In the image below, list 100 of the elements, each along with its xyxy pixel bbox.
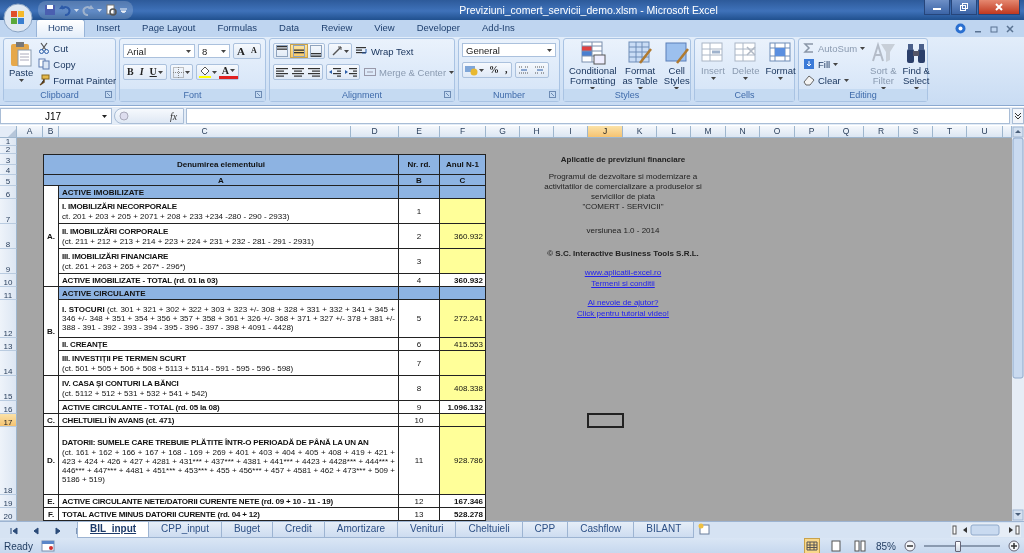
selected-cell[interactable] (587, 413, 624, 428)
decrease-indent-button[interactable] (327, 65, 343, 79)
ribbon-button[interactable]: Copy (37, 57, 118, 71)
currency-button[interactable] (463, 63, 486, 77)
row-header[interactable]: 4 (0, 165, 17, 175)
align-left-button[interactable] (274, 65, 290, 79)
column-header[interactable]: M (691, 126, 726, 138)
font-color-button[interactable]: A (218, 65, 239, 79)
ribbon-button[interactable]: Format as Table (620, 41, 660, 90)
align-top-button[interactable] (274, 44, 290, 58)
ribbon-button[interactable]: Format Painter (37, 73, 118, 87)
row-header[interactable]: 18 (0, 427, 17, 495)
ribbon-button[interactable]: Cut (37, 41, 118, 55)
wrap-text-button[interactable]: Wrap Text (355, 44, 415, 58)
next-sheet-icon[interactable] (53, 526, 63, 536)
column-header[interactable]: R (864, 126, 899, 138)
ribbon-button[interactable]: Find & Select (900, 41, 932, 90)
ribbon-button[interactable]: Clear (802, 73, 867, 87)
column-header[interactable]: H (520, 126, 554, 138)
insert-function-button[interactable]: fx (170, 110, 178, 122)
orientation-button[interactable] (328, 43, 352, 59)
ribbon-button[interactable]: Fill (802, 57, 867, 71)
normal-view-button[interactable] (804, 538, 820, 553)
row-header[interactable]: 13 (0, 338, 17, 351)
column-header[interactable]: I (554, 126, 588, 138)
number-format-field[interactable]: General (462, 43, 556, 57)
ribbon-tab[interactable]: Formulas (206, 20, 269, 37)
row-header[interactable]: 19 (0, 495, 17, 508)
comma-button[interactable]: , (502, 63, 511, 77)
shrink-font-button[interactable]: A (247, 44, 260, 58)
previous-sheet-icon[interactable] (31, 526, 41, 536)
row-header[interactable]: 17 (0, 414, 17, 427)
ribbon-tab[interactable]: Review (310, 20, 364, 37)
close-button[interactable] (978, 0, 1020, 15)
input-cell[interactable]: 272.241 (440, 300, 486, 338)
input-cell[interactable]: 360.932 (440, 224, 486, 249)
align-right-button[interactable] (306, 65, 322, 79)
input-cell[interactable]: 415.553 (440, 338, 486, 351)
italic-button[interactable]: I (136, 65, 147, 79)
ribbon-button[interactable]: Cell Styles (661, 41, 692, 90)
row-header[interactable]: 12 (0, 300, 17, 338)
font-field[interactable]: Arial (123, 44, 195, 58)
ribbon-button[interactable]: Format (763, 41, 798, 80)
column-header[interactable]: Q (829, 126, 864, 138)
row-header[interactable]: 8 (0, 224, 17, 249)
underline-button[interactable]: U (146, 65, 166, 79)
sheet-tab[interactable]: CPP_input (148, 522, 222, 538)
percent-button[interactable]: % (486, 63, 502, 77)
row-header[interactable]: 20 (0, 508, 17, 521)
close-icon[interactable] (1006, 24, 1014, 33)
name-box[interactable]: J17 (0, 108, 112, 124)
fill-color-button[interactable] (196, 65, 219, 79)
print-preview-icon[interactable] (105, 4, 117, 16)
column-header[interactable]: O (760, 126, 795, 138)
customize-icon[interactable] (120, 7, 127, 13)
sheet-tab[interactable]: Cashflow (567, 522, 635, 538)
column-header[interactable]: N (726, 126, 760, 138)
sheet-tab[interactable]: Credit (272, 522, 325, 538)
input-cell[interactable] (440, 199, 486, 224)
align-bottom-button[interactable] (308, 44, 324, 58)
column-header[interactable]: F (440, 126, 486, 138)
increase-indent-button[interactable] (343, 65, 359, 79)
ribbon-button[interactable]: Paste (7, 41, 36, 82)
minimize-button[interactable] (924, 0, 950, 15)
borders-button[interactable] (169, 64, 193, 80)
row-header[interactable]: 7 (0, 199, 17, 224)
sheet-tab[interactable]: Amortizare (323, 522, 399, 538)
zoom-in-button[interactable] (1008, 540, 1020, 552)
ribbon-tab[interactable]: Developer (405, 20, 472, 37)
formula-input[interactable] (186, 108, 1010, 124)
input-cell[interactable]: 408.338 (440, 376, 486, 401)
ribbon-tab[interactable]: Add-Ins (471, 20, 526, 37)
macro-record-icon[interactable] (40, 540, 55, 552)
restore-button[interactable] (951, 0, 977, 15)
column-header[interactable]: U (967, 126, 1003, 138)
row-header[interactable]: 14 (0, 351, 17, 376)
column-header[interactable]: T (933, 126, 967, 138)
row-header[interactable]: 6 (0, 186, 17, 199)
column-header[interactable]: E (399, 126, 440, 138)
ribbon-button[interactable]: Conditional Formatting (567, 41, 619, 90)
row-header[interactable]: 11 (0, 287, 17, 300)
ribbon-tab[interactable]: Data (268, 20, 311, 37)
column-header[interactable]: J (588, 126, 623, 138)
zoom-out-button[interactable] (904, 540, 916, 552)
help-icon[interactable] (955, 23, 966, 34)
sheet-tab[interactable]: Cheltuieli (455, 522, 523, 538)
sheet-tab[interactable]: Buget (220, 522, 274, 538)
column-header[interactable]: G (486, 126, 520, 138)
first-sheet-icon[interactable] (9, 526, 19, 536)
ribbon-tab[interactable]: Page Layout (131, 20, 207, 37)
column-header[interactable]: B (43, 126, 59, 138)
row-header[interactable]: 10 (0, 274, 17, 287)
input-cell[interactable] (440, 414, 486, 427)
sheet-tab[interactable]: Venituri (397, 522, 457, 538)
column-header[interactable]: D (351, 126, 399, 138)
page-layout-view-button[interactable] (828, 538, 844, 553)
page-break-view-button[interactable] (852, 538, 868, 553)
row-header[interactable]: 15 (0, 376, 17, 401)
align-middle-button[interactable] (290, 44, 308, 58)
column-header[interactable]: A (17, 126, 43, 138)
